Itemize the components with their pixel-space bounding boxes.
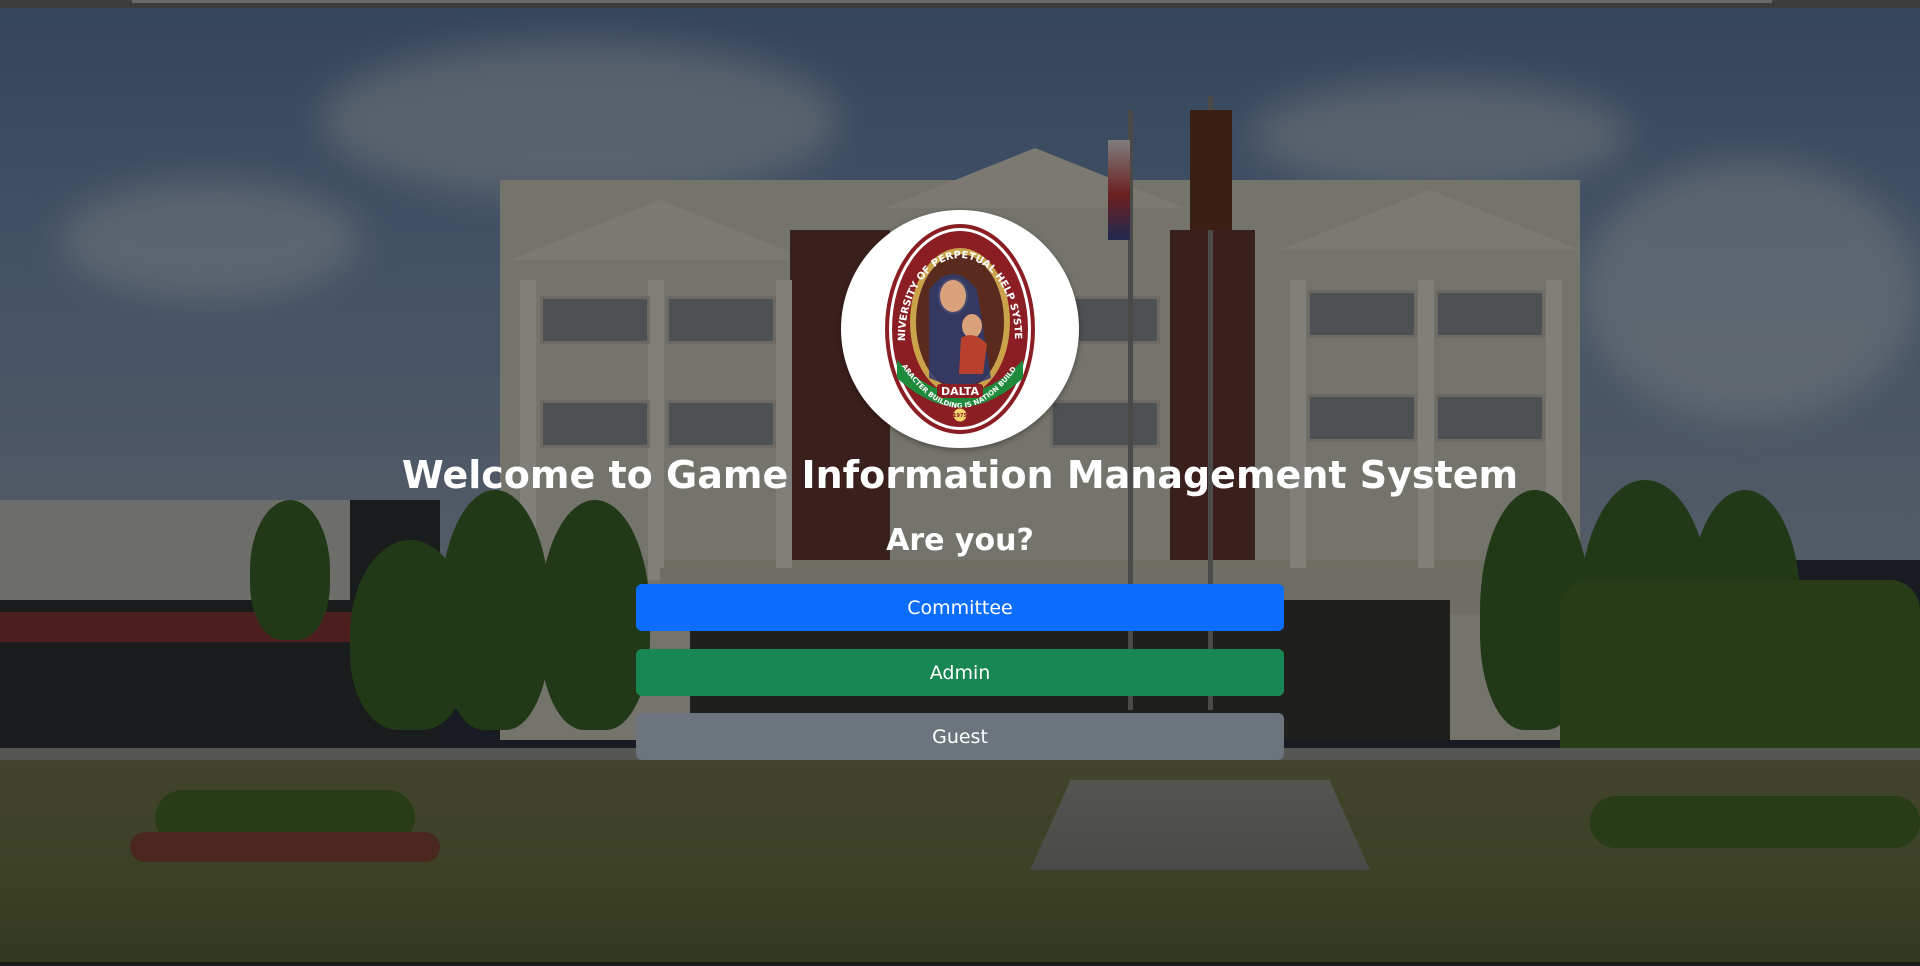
- welcome-panel: UNIVERSITY OF PERPETUAL HELP SYSTEM DALT…: [0, 0, 1920, 966]
- university-seal-icon: UNIVERSITY OF PERPETUAL HELP SYSTEM DALT…: [841, 210, 1035, 434]
- seal-child-robe: [959, 335, 987, 374]
- seal-year-text: 1975: [953, 413, 967, 419]
- bottom-strip: [0, 962, 1920, 966]
- top-strip-highlight: [132, 0, 1772, 3]
- seal-madonna-face-inner: [940, 280, 966, 312]
- seal-child-face: [962, 314, 982, 338]
- page-title: Welcome to Game Information Management S…: [401, 453, 1519, 497]
- role-prompt: Are you?: [886, 523, 1034, 558]
- guest-button[interactable]: Guest: [636, 713, 1284, 760]
- committee-button[interactable]: Committee: [636, 584, 1284, 631]
- university-logo: UNIVERSITY OF PERPETUAL HELP SYSTEM DALT…: [841, 210, 1079, 448]
- login-page: UNIVERSITY OF PERPETUAL HELP SYSTEM DALT…: [0, 0, 1920, 966]
- seal-campus-text: DALTA: [941, 385, 979, 398]
- top-strip: [0, 0, 1920, 8]
- admin-button[interactable]: Admin: [636, 649, 1284, 696]
